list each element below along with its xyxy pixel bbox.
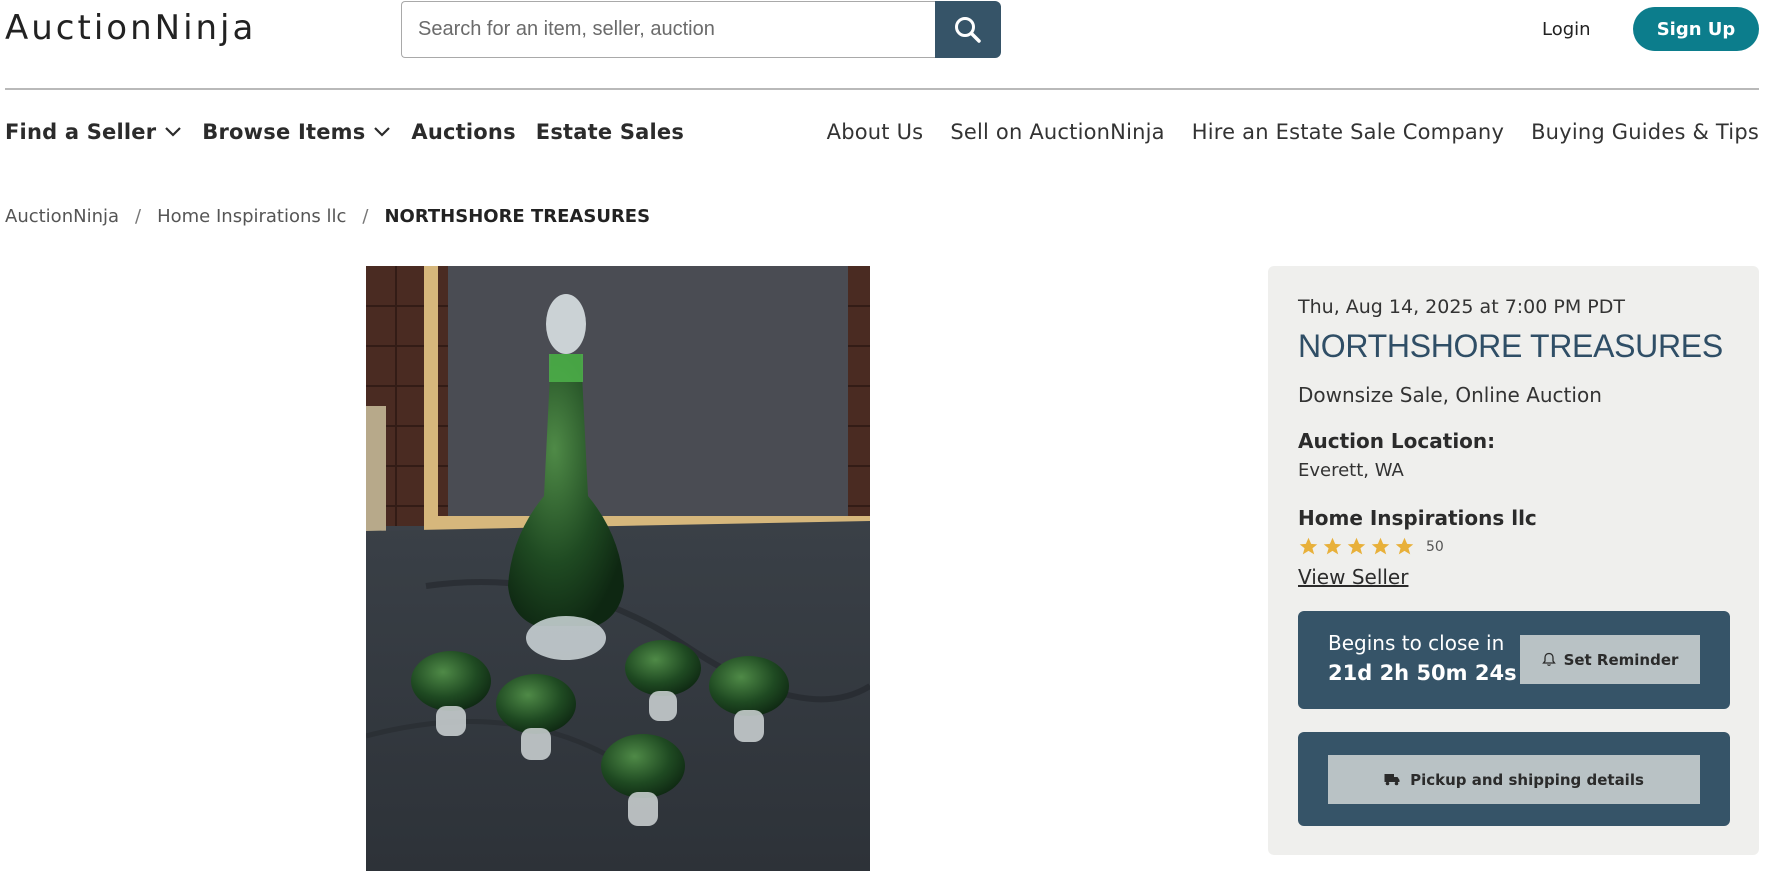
closing-countdown: 21d 2h 50m 24s [1328,661,1517,685]
breadcrumb-seller[interactable]: Home Inspirations llc [157,206,346,227]
star-icon [1395,537,1414,555]
chevron-down-icon [165,127,182,137]
main-nav-right: About Us Sell on AuctionNinja Hire an Es… [827,120,1759,144]
auction-location: Everett, WA [1298,460,1404,481]
star-icon [1347,537,1366,555]
chevron-down-icon [374,127,391,137]
nav-sell-on-auctionninja[interactable]: Sell on AuctionNinja [950,120,1164,144]
signup-button[interactable]: Sign Up [1633,7,1759,51]
star-icon [1299,537,1318,555]
search-button[interactable] [935,1,1001,58]
breadcrumb: AuctionNinja / Home Inspirations llc / N… [5,206,650,227]
seller-name: Home Inspirations llc [1298,506,1537,530]
rating-count: 50 [1426,538,1444,555]
auction-date: Thu, Aug 14, 2025 at 7:00 PM PDT [1298,296,1625,318]
nav-find-a-seller[interactable]: Find a Seller [5,120,182,144]
decanter-set-image [366,266,870,871]
login-link[interactable]: Login [1542,19,1591,40]
nav-auctions[interactable]: Auctions [411,120,515,144]
site-logo[interactable]: AuctionNinja [5,8,256,48]
star-icon [1371,537,1390,555]
bell-icon [1541,652,1556,666]
breadcrumb-separator: / [135,206,142,227]
set-reminder-label: Set Reminder [1563,650,1679,669]
nav-estate-sales[interactable]: Estate Sales [536,120,684,144]
pickup-shipping-button[interactable]: Pickup and shipping details [1328,755,1700,804]
breadcrumb-current: NORTHSHORE TREASURES [384,206,651,227]
search-input[interactable] [401,1,935,58]
view-seller-link[interactable]: View Seller [1298,565,1408,589]
closing-countdown-box: Begins to close in 21d 2h 50m 24s Set Re… [1298,611,1730,709]
nav-hire-estate-sale-company[interactable]: Hire an Estate Sale Company [1192,120,1504,144]
auction-info-panel: Thu, Aug 14, 2025 at 7:00 PM PDT NORTHSH… [1268,266,1759,855]
nav-label: Find a Seller [5,120,157,144]
star-icon [1323,537,1342,555]
auction-location-label: Auction Location: [1298,429,1496,453]
shipping-box: Pickup and shipping details [1298,732,1730,826]
auction-main-photo[interactable] [366,266,870,871]
seller-rating: 50 [1298,536,1444,557]
breadcrumb-separator: / [362,206,369,227]
nav-about-us[interactable]: About Us [827,120,924,144]
main-nav-left: Find a Seller Browse Items Auctions Esta… [5,120,684,144]
nav-label: Browse Items [202,120,366,144]
truck-icon [1384,774,1400,786]
header-divider [5,88,1759,90]
auction-title: NORTHSHORE TREASURES [1298,328,1723,364]
set-reminder-button[interactable]: Set Reminder [1520,635,1700,684]
pickup-shipping-label: Pickup and shipping details [1410,770,1644,789]
auction-sale-type: Downsize Sale, Online Auction [1298,383,1602,407]
nav-browse-items[interactable]: Browse Items [202,120,391,144]
search-bar [401,1,1001,58]
breadcrumb-home[interactable]: AuctionNinja [5,206,119,227]
closing-label: Begins to close in [1328,631,1505,655]
search-icon [955,16,981,43]
nav-buying-guides[interactable]: Buying Guides & Tips [1531,120,1759,144]
